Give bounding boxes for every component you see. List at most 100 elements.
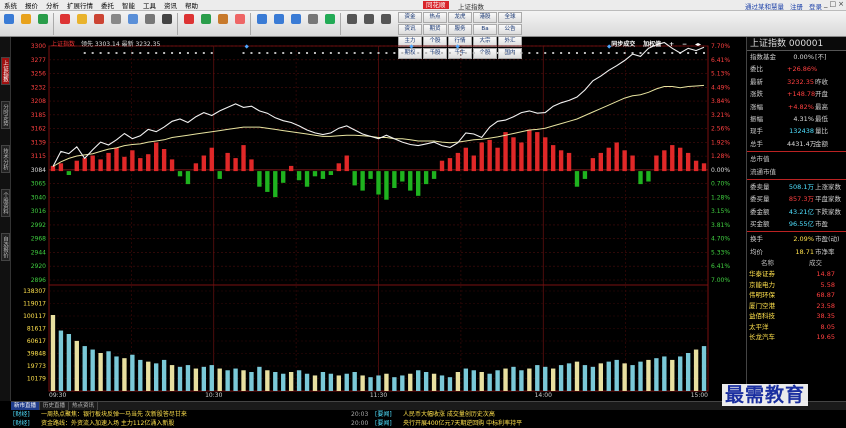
menu-item-0[interactable]: 系统 <box>4 0 17 10</box>
zoom-in-icon[interactable]: + <box>669 41 674 48</box>
volume-bar <box>519 370 524 391</box>
stock-row[interactable]: 长龙汽车 19.65 <box>747 332 846 343</box>
volume-bar <box>201 366 207 391</box>
event-dot <box>266 52 269 54</box>
volume-bar <box>638 361 643 391</box>
news-tab-1[interactable]: 历史直播 <box>40 402 70 410</box>
toolbar-button-19[interactable] <box>343 12 360 36</box>
flow-bar <box>288 165 294 172</box>
news-row[interactable]: [财经] 一周热点聚焦：银行板块反弹一马当先 次新股答尽甘来 20:03 [要闻] 人民… <box>11 410 846 419</box>
toolbar-button-15[interactable] <box>270 12 287 36</box>
volume-bar <box>225 370 230 391</box>
maximize-icon[interactable]: □ <box>830 0 837 8</box>
volume-bar <box>169 365 175 391</box>
quick-link-7[interactable]: 服务 <box>448 24 472 35</box>
quick-link-0[interactable]: 资金 <box>398 12 422 23</box>
toolbar-button-14[interactable] <box>253 12 270 36</box>
toolbar-button-20[interactable] <box>360 12 377 36</box>
y-tick-left: 3232 <box>31 84 46 91</box>
minimize-icon[interactable]: _ <box>824 0 828 8</box>
toolbar-button-0[interactable] <box>0 12 17 36</box>
close-icon[interactable]: × <box>838 0 844 8</box>
quick-link-8[interactable]: Ba <box>473 24 497 35</box>
quick-link-3[interactable]: 港股 <box>473 12 497 23</box>
quick-link-6[interactable]: 期货 <box>423 24 447 35</box>
sell-icon <box>200 14 211 24</box>
left-tab-3[interactable]: 个股资料 <box>1 189 10 217</box>
event-dot <box>647 52 650 54</box>
left-tab-1[interactable]: 分时走势 <box>1 101 10 129</box>
news-headline[interactable]: 一周热点聚焦：银行板块反弹一马当先 次新股答尽甘来 <box>41 410 187 419</box>
chart-mode-label2[interactable]: 加权值 <box>643 41 661 48</box>
menu-item-6[interactable]: 工具 <box>143 0 156 10</box>
toolbar-button-12[interactable] <box>214 12 231 36</box>
news-headline2[interactable]: 人民币大幅收涨 成交量创历史次高 <box>403 410 495 419</box>
quote-row: 涨幅 +4.82% 最高 <box>747 101 846 113</box>
volume-bar <box>122 358 127 391</box>
flow-bar <box>233 158 238 172</box>
event-dot <box>456 52 459 54</box>
menu-item-4[interactable]: 委托 <box>101 0 114 10</box>
event-dot <box>163 52 166 54</box>
stock-row[interactable]: 厦门空港 23.58 <box>747 301 846 312</box>
stock-row[interactable]: 伟明环保 68.87 <box>747 290 846 301</box>
toolbar-button-10[interactable] <box>180 12 197 36</box>
menu-item-8[interactable]: 帮助 <box>185 0 198 10</box>
toolbar-button-1[interactable] <box>17 12 34 36</box>
quote-key: 最新 <box>750 77 763 86</box>
toolbar-button-18[interactable] <box>321 12 338 36</box>
toolbar-button-8[interactable] <box>141 12 158 36</box>
toolbar-button-4[interactable] <box>73 12 90 36</box>
toolbar-button-7[interactable] <box>124 12 141 36</box>
toolbar-button-3[interactable] <box>56 12 73 36</box>
nav-arrows-icon[interactable]: ◂▸ <box>695 41 701 48</box>
quote-key: 均价 <box>750 247 763 256</box>
toolbar-button-9[interactable] <box>158 12 175 36</box>
quick-link-9[interactable]: 公告 <box>498 24 522 35</box>
menu-right-link-1[interactable]: 注册 <box>790 1 803 11</box>
toolbar-button-21[interactable] <box>377 12 394 36</box>
menu-item-1[interactable]: 报价 <box>25 0 38 10</box>
quote-key: 买金额 <box>750 220 770 229</box>
toolbar-button-16[interactable] <box>287 12 304 36</box>
quick-link-1[interactable]: 热点 <box>423 12 447 23</box>
quick-link-4[interactable]: 全球 <box>498 12 522 23</box>
volume-bar <box>146 361 151 391</box>
zoom-out-icon[interactable]: − <box>682 41 687 48</box>
quick-link-2[interactable]: 龙虎 <box>448 12 472 23</box>
volume-bar <box>82 346 87 391</box>
menu-right-link-2[interactable]: 登录 <box>809 1 822 11</box>
toolbar-button-11[interactable] <box>197 12 214 36</box>
toolbar-button-13[interactable] <box>231 12 248 36</box>
left-tab-4[interactable]: 自选报价 <box>1 233 10 261</box>
stock-row[interactable]: 益佰科技 38.35 <box>747 311 846 322</box>
left-tab-0[interactable]: 上证指数 <box>1 57 10 85</box>
menu-item-3[interactable]: 扩展行情 <box>67 0 93 10</box>
news-tab-2[interactable]: 热点资讯 <box>69 402 99 410</box>
left-tab-2[interactable]: 技术分析 <box>1 145 10 173</box>
menu-right-link-0[interactable]: 通过某和慧量 <box>745 1 784 11</box>
menu-item-5[interactable]: 智能 <box>122 0 135 10</box>
menu-item-7[interactable]: 资讯 <box>164 0 177 10</box>
toolbar-button-17[interactable] <box>304 12 321 36</box>
volume-bar <box>281 373 286 391</box>
stock-row[interactable]: 太平洋 8.05 <box>747 322 846 333</box>
news-headline2[interactable]: 央行开展400亿元7天期逆回购 中标利率持平 <box>403 419 522 428</box>
quote-key2: 市净率 <box>815 247 835 256</box>
toolbar-button-2[interactable] <box>34 12 51 36</box>
toolbar-button-5[interactable] <box>90 12 107 36</box>
news-headline[interactable]: 资金路线：外资流入加速入场 主力112亿涌入新股 <box>41 419 174 428</box>
news-tab-0[interactable]: 新市直播 <box>11 402 41 410</box>
app-logo: 同花顺 <box>423 1 449 9</box>
toolbar-button-6[interactable] <box>107 12 124 36</box>
menu-item-2[interactable]: 分析 <box>46 0 59 10</box>
quick-link-5[interactable]: 资讯 <box>398 24 422 35</box>
flow-bar <box>606 147 611 172</box>
stock-row[interactable]: 华泰证券 14.87 <box>747 269 846 280</box>
news-row[interactable]: [财经] 资金路线：外资流入加速入场 主力112亿涌入新股 20:00 [要闻] 央行开… <box>11 419 846 428</box>
stock-row[interactable]: 京能电力 5.58 <box>747 280 846 291</box>
event-dot <box>186 52 189 54</box>
intraday-chart[interactable]: 3300 7.70% 3277 6.41% 3256 5.13% 3232 4.49% 3208… <box>11 37 746 401</box>
chart-mode-label[interactable]: 同步成交 <box>611 41 635 48</box>
refresh-icon <box>59 14 70 24</box>
